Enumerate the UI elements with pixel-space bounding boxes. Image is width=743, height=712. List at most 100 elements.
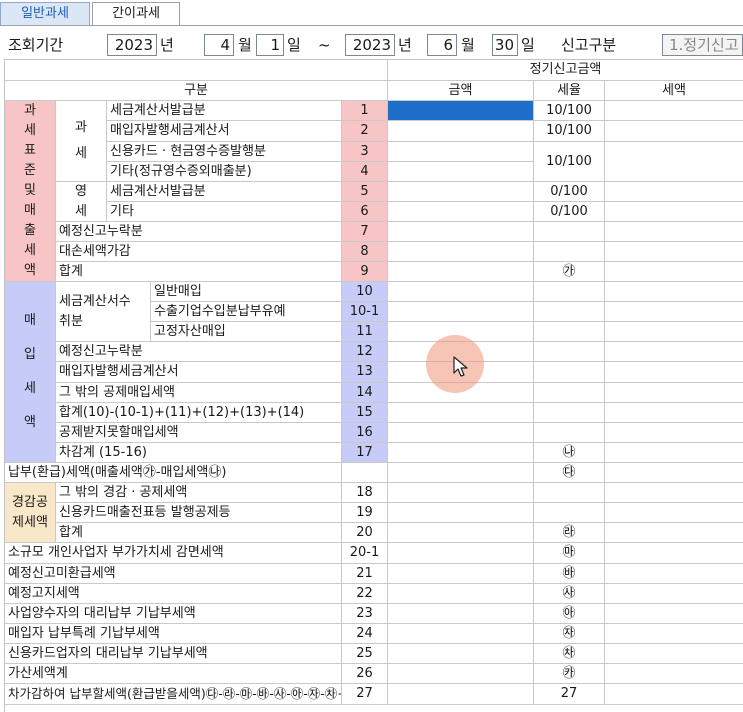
row-13-rate <box>534 362 605 383</box>
row-3-label: 신용카드 · 현금영수증발행분 <box>107 142 342 162</box>
row-24-amount-input[interactable] <box>388 624 534 644</box>
row-21-amount-input[interactable] <box>388 564 534 584</box>
row-16-rate <box>534 423 605 443</box>
row-5-label: 세금계산서발급분 <box>107 182 342 202</box>
row-13-tax-input[interactable] <box>605 362 743 383</box>
row-payable-label: 납부(환급)세액(매출세액㉮-매입세액㉯) <box>5 463 342 483</box>
tab-general-taxation[interactable]: 일반과세 <box>0 2 90 26</box>
row-16-amount-input[interactable] <box>388 423 534 443</box>
row-23-tax-input[interactable] <box>605 604 743 624</box>
row-17-tax-input[interactable] <box>605 443 743 463</box>
row-9-tax-input[interactable] <box>605 262 743 282</box>
row-10-1-amount-input[interactable] <box>388 302 534 322</box>
row-14-tax-input[interactable] <box>605 383 743 403</box>
from-day-unit: 일 <box>287 36 301 54</box>
row-5-amount-input[interactable] <box>388 182 534 202</box>
row-19-tax-input[interactable] <box>605 503 743 523</box>
to-day-input[interactable]: 30 <box>492 34 518 56</box>
row-payable-amount-input[interactable] <box>388 463 534 483</box>
row-25-tax-input[interactable] <box>605 644 743 664</box>
row-23-label: 사업양수자의 대리납부 기납부세액 <box>5 604 342 624</box>
row-12-tax-input[interactable] <box>605 342 743 362</box>
row-5-tax-input[interactable] <box>605 182 743 202</box>
header-rate: 세율 <box>534 81 605 101</box>
section-taxable-label: 과세 <box>56 101 107 182</box>
row-2-tax-input[interactable] <box>605 121 743 142</box>
row-1-amount-input[interactable] <box>388 101 534 121</box>
row-payable-tax-input[interactable] <box>605 463 743 483</box>
row-9-no: 9 <box>342 262 388 282</box>
row-9-rate-mark: ㉮ <box>534 262 605 282</box>
to-month-input[interactable]: 6 <box>427 34 457 56</box>
tab-simplified-taxation[interactable]: 간이과세 <box>92 2 180 26</box>
row-15-tax-input[interactable] <box>605 403 743 423</box>
row-18-tax-input[interactable] <box>605 483 743 503</box>
row-27-tax-input[interactable] <box>605 684 743 705</box>
row-11-tax-input[interactable] <box>605 322 743 342</box>
row-12-rate <box>534 342 605 362</box>
row-11-no: 11 <box>342 322 388 342</box>
row-7-amount-input[interactable] <box>388 222 534 242</box>
row-27-amount-input[interactable] <box>388 684 534 705</box>
row-7-label: 예정신고누락분 <box>56 222 342 242</box>
row-20-tax-input[interactable] <box>605 523 743 543</box>
row-13-no: 13 <box>342 362 388 383</box>
row-22-rate-mark: ㉴ <box>534 584 605 604</box>
row-20-amount-input[interactable] <box>388 523 534 543</box>
row-6-tax-input[interactable] <box>605 202 743 222</box>
row-7-tax-input[interactable] <box>605 222 743 242</box>
from-month-input[interactable]: 4 <box>204 34 234 56</box>
row-21-tax-input[interactable] <box>605 564 743 584</box>
row-25-rate-mark: ㉷ <box>534 644 605 664</box>
row-10-1-no: 10-1 <box>342 302 388 322</box>
row-17-amount-input[interactable] <box>388 443 534 463</box>
row-16-tax-input[interactable] <box>605 423 743 443</box>
row-26-amount-input[interactable] <box>388 664 534 684</box>
row-5-no: 5 <box>342 182 388 202</box>
row-19-amount-input[interactable] <box>388 503 534 523</box>
row-18-amount-input[interactable] <box>388 483 534 503</box>
row-24-tax-input[interactable] <box>605 624 743 644</box>
row-8-tax-input[interactable] <box>605 242 743 262</box>
row-10-tax-input[interactable] <box>605 282 743 302</box>
row-17-label: 차감계 (15-16) <box>56 443 342 463</box>
row-4-amount-input[interactable] <box>388 162 534 182</box>
row-1-tax-input[interactable] <box>605 101 743 121</box>
row-10-amount-input[interactable] <box>388 282 534 302</box>
report-type-select[interactable]: 1.정기신고 <box>662 34 743 56</box>
row-15-amount-input[interactable] <box>388 403 534 423</box>
row-6-amount-input[interactable] <box>388 202 534 222</box>
row-20-1-rate-mark: ㉲ <box>534 543 605 564</box>
row-8-amount-input[interactable] <box>388 242 534 262</box>
row-22-tax-input[interactable] <box>605 584 743 604</box>
row-8-rate <box>534 242 605 262</box>
row-23-no: 23 <box>342 604 388 624</box>
row-18-no: 18 <box>342 483 388 503</box>
row-24-no: 24 <box>342 624 388 644</box>
row-3-4-tax-input[interactable] <box>605 142 743 182</box>
row-25-amount-input[interactable] <box>388 644 534 664</box>
row-20-1-amount-input[interactable] <box>388 543 534 564</box>
from-year-input[interactable]: 2023 <box>107 34 157 56</box>
from-day-input[interactable]: 1 <box>256 34 284 56</box>
row-15-rate <box>534 403 605 423</box>
row-3-amount-input[interactable] <box>388 142 534 162</box>
row-2-amount-input[interactable] <box>388 121 534 142</box>
row-22-amount-input[interactable] <box>388 584 534 604</box>
row-20-1-tax-input[interactable] <box>605 543 743 564</box>
row-1-no: 1 <box>342 101 388 121</box>
row-9-amount-input[interactable] <box>388 262 534 282</box>
row-10-1-label: 수출기업수입분납부유예 <box>151 302 342 322</box>
row-10-1-tax-input[interactable] <box>605 302 743 322</box>
row-26-tax-input[interactable] <box>605 664 743 684</box>
row-24-label: 매입자 납부특례 기납부세액 <box>5 624 342 644</box>
row-23-amount-input[interactable] <box>388 604 534 624</box>
report-type-label: 신고구분 <box>561 36 617 54</box>
row-6-no: 6 <box>342 202 388 222</box>
row-14-no: 14 <box>342 383 388 403</box>
row-26-label: 가산세액계 <box>5 664 342 684</box>
mouse-pointer-icon <box>453 356 468 377</box>
row-18-rate <box>534 483 605 503</box>
row-27-no: 27 <box>342 684 388 705</box>
to-year-input[interactable]: 2023 <box>345 34 395 56</box>
